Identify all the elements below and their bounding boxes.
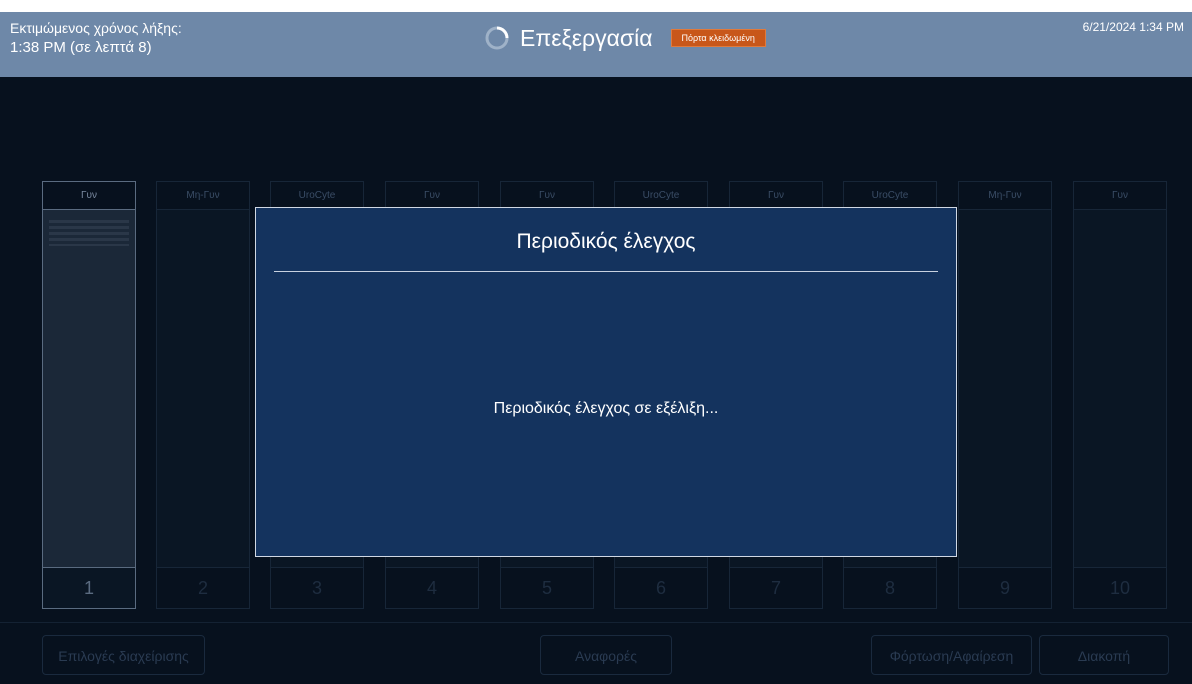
eta-value: 1:38 PM (σε λεπτά 8) — [10, 39, 152, 56]
dialog-divider — [274, 271, 938, 272]
slot-type-label: Γυν — [386, 182, 478, 210]
reports-button[interactable]: Αναφορές — [540, 635, 672, 675]
status-title: Επεξεργασία — [520, 24, 653, 51]
slot-type-label: Μη-Γυν — [157, 182, 249, 210]
slot-number: 10 — [1074, 567, 1166, 608]
slot-body — [157, 210, 249, 568]
date-time: 6/21/2024 1:34 PM — [1082, 20, 1184, 34]
slot-number: 2 — [157, 567, 249, 608]
load-unload-button[interactable]: Φόρτωση/Αφαίρεση — [871, 635, 1032, 675]
top-strip — [0, 0, 1192, 12]
slot-body — [43, 210, 135, 568]
door-locked-badge: Πόρτα κλειδωμένη — [670, 29, 766, 47]
slot-number: 1 — [43, 567, 135, 608]
slot-10[interactable]: Γυν 10 — [1073, 181, 1167, 609]
slot-number: 7 — [730, 567, 822, 608]
slot-body — [1074, 210, 1166, 568]
eta-label: Εκτιμώμενος χρόνος λήξης: — [10, 20, 182, 36]
slot-9[interactable]: Μη-Γυν 9 — [958, 181, 1052, 609]
slot-body — [959, 210, 1051, 568]
slot-number: 8 — [844, 567, 936, 608]
slot-type-label: Μη-Γυν — [959, 182, 1051, 210]
pause-button[interactable]: Διακοπή — [1039, 635, 1169, 675]
slot-number: 6 — [615, 567, 707, 608]
slot-type-label: UroCyte — [844, 182, 936, 210]
slot-number: 5 — [501, 567, 593, 608]
dialog-message: Περιοδικός έλεγχος σε εξέλιξη... — [493, 400, 719, 417]
loading-spinner-icon — [485, 26, 509, 50]
slot-type-label: Γυν — [43, 182, 135, 210]
vial-indicator — [49, 220, 129, 246]
slot-1[interactable]: Γυν 1 — [42, 181, 136, 609]
status-area: Επεξεργασία Πόρτα κλειδωμένη — [484, 24, 766, 52]
slot-number: 4 — [386, 567, 478, 608]
status-header: Εκτιμώμενος χρόνος λήξης: 1:38 PM (σε λε… — [0, 12, 1192, 77]
estimated-completion: Εκτιμώμενος χρόνος λήξης: 1:38 PM (σε λε… — [10, 19, 182, 57]
periodic-check-dialog: Περιοδικός έλεγχος Περιοδικός έλεγχος σε… — [255, 207, 957, 557]
slot-number: 9 — [959, 567, 1051, 608]
slot-2[interactable]: Μη-Γυν 2 — [156, 181, 250, 609]
slot-type-label: Γυν — [501, 182, 593, 210]
slot-number: 3 — [271, 567, 363, 608]
dialog-title: Περιοδικός έλεγχος — [516, 230, 696, 253]
slot-type-label: Γυν — [730, 182, 822, 210]
admin-options-button[interactable]: Επιλογές διαχείρισης — [42, 635, 205, 675]
slot-type-label: Γυν — [1074, 182, 1166, 210]
footer-bar: Επιλογές διαχείρισης Αναφορές Φόρτωση/Αφ… — [0, 622, 1192, 684]
slot-type-label: UroCyte — [615, 182, 707, 210]
slot-type-label: UroCyte — [271, 182, 363, 210]
